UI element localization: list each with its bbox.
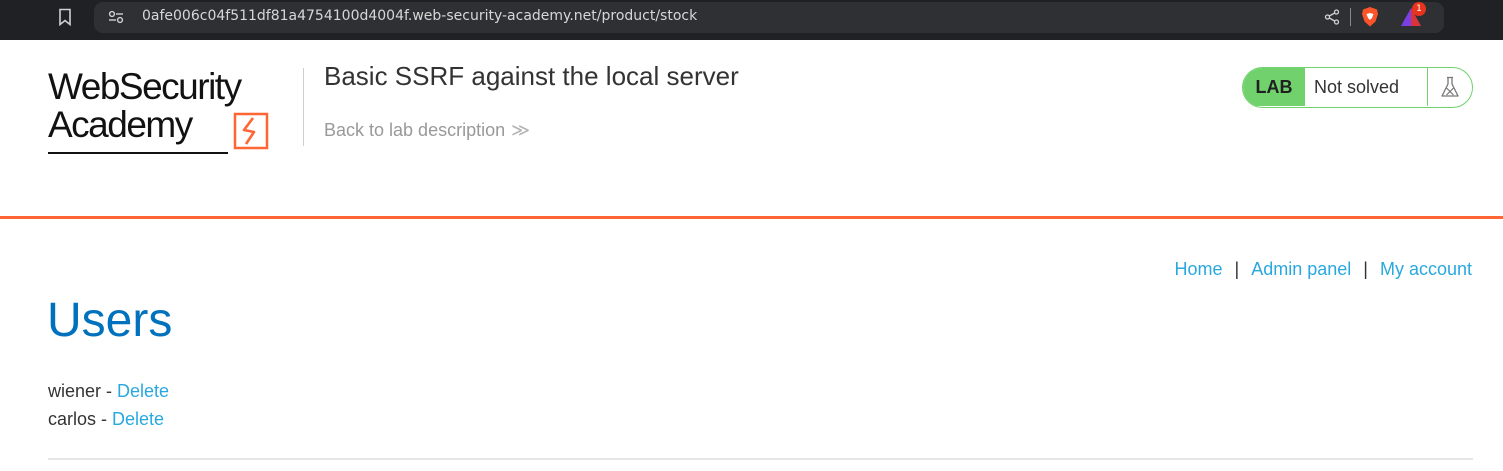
rewards-count-badge: 1 [1412, 2, 1426, 16]
brave-shields-icon[interactable] [1360, 6, 1380, 28]
back-link-label: Back to lab description [324, 120, 506, 140]
user-row: carlos - Delete [48, 405, 169, 433]
url-text[interactable]: 0afe006c04f511df81a4754100d4004f.web-sec… [142, 8, 697, 24]
lab-status-text: Not solved [1314, 77, 1400, 97]
user-separator: - [96, 409, 113, 429]
header-divider [303, 68, 304, 146]
web-security-academy-logo[interactable]: WebSecurity Academy [48, 64, 300, 156]
lab-flask-cell [1427, 68, 1472, 106]
address-bar-divider [1350, 8, 1351, 26]
nav-home-link[interactable]: Home [1174, 259, 1222, 279]
logo-text-line2: Academy [48, 104, 193, 145]
bookmark-icon[interactable] [58, 8, 72, 26]
logo-bolt-icon [233, 112, 269, 150]
delete-user-link[interactable]: Delete [112, 409, 164, 429]
content-divider [48, 458, 1473, 460]
address-bar[interactable]: 0afe006c04f511df81a4754100d4004f.web-sec… [94, 2, 1444, 33]
user-list: wiener - Delete carlos - Delete [48, 377, 169, 433]
nav-admin-panel-link[interactable]: Admin panel [1251, 259, 1351, 279]
nav-separator: | [1234, 259, 1240, 279]
double-chevron-right-icon: ≫ [511, 120, 530, 140]
logo-text-line1: WebSecurity [48, 66, 242, 107]
site-settings-icon[interactable] [108, 10, 124, 24]
user-separator: - [101, 381, 118, 401]
logo-underline [48, 152, 228, 154]
username: wiener [48, 381, 102, 401]
username: carlos [48, 409, 97, 429]
header-orange-rule [0, 216, 1503, 219]
user-row: wiener - Delete [48, 377, 169, 405]
nav-my-account-link[interactable]: My account [1380, 259, 1472, 279]
lab-title: Basic SSRF against the local server [324, 61, 739, 91]
back-to-lab-description-link[interactable]: Back to lab description ≫ [324, 120, 530, 141]
flask-icon [1441, 76, 1459, 97]
lab-badge: LAB [1243, 68, 1305, 106]
nav-separator: | [1363, 259, 1368, 279]
browser-toolbar: 0afe006c04f511df81a4754100d4004f.web-sec… [0, 0, 1503, 40]
top-navigation: Home | Admin panel | My account [1174, 259, 1472, 280]
delete-user-link[interactable]: Delete [117, 381, 169, 401]
share-icon[interactable] [1324, 9, 1340, 25]
page-title: Users [47, 294, 173, 347]
lab-status-widget: LAB Not solved [1242, 67, 1473, 108]
